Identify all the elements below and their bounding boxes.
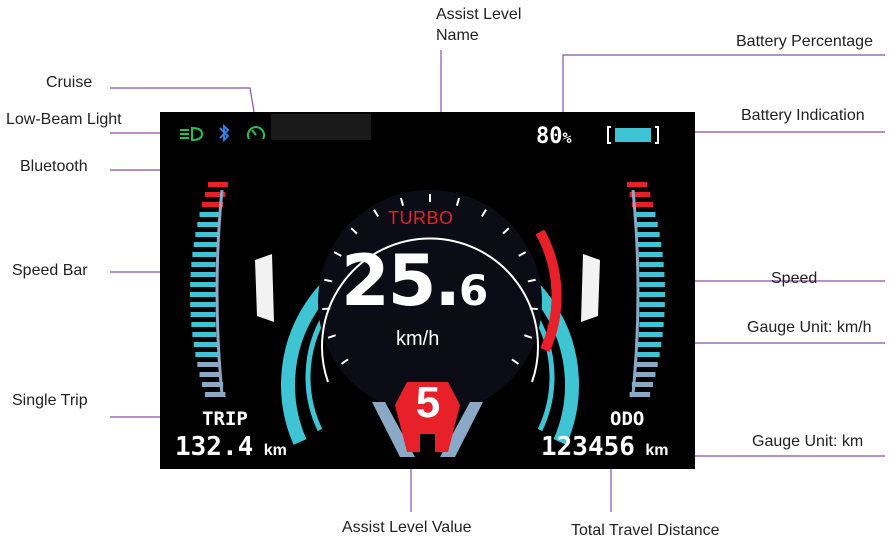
dial-tick xyxy=(529,307,538,311)
right-speed-bar-segment xyxy=(639,322,664,327)
left-speed-bar-segment xyxy=(191,322,216,327)
left-speed-bar-segment xyxy=(190,312,216,317)
speed-decimal: 6 xyxy=(459,266,489,315)
right-speed-bar-segment xyxy=(633,212,656,217)
right-speed-bar-segment xyxy=(638,242,662,247)
callout-battery-percentage: Battery Percentage xyxy=(736,33,873,50)
right-speed-bar-segment xyxy=(636,352,660,357)
right-side-tab xyxy=(581,254,600,322)
callout-single-trip: Single Trip xyxy=(12,392,88,409)
right-speed-bar-segment xyxy=(638,332,663,337)
left-speed-bar-segment xyxy=(197,222,220,227)
left-speed-bar-segment xyxy=(195,232,219,237)
right-speed-bar-segment xyxy=(639,272,665,277)
assist-level-value: 5 xyxy=(415,378,441,427)
left-speed-bar-segment xyxy=(190,282,216,287)
callout-bluetooth: Bluetooth xyxy=(20,158,88,175)
battery-bracket-right xyxy=(655,126,659,144)
left-speed-bar-segment xyxy=(208,182,228,187)
battery-percent-value: 80 xyxy=(536,124,563,149)
trip-label: TRIP xyxy=(202,408,248,430)
callout-battery-indication: Battery Indication xyxy=(741,107,865,124)
left-speed-bar-segment xyxy=(197,362,220,367)
trip-unit: km xyxy=(263,442,287,459)
lcd-display: 80% TURBO 25.6 km/h 5 TRIP 132.4 km ODO … xyxy=(160,112,695,469)
dial-tick xyxy=(322,307,331,311)
battery-percentage: 80% xyxy=(536,124,572,149)
right-speed-bar-segment xyxy=(638,252,663,257)
trip-readout: 132.4 km xyxy=(175,432,287,462)
odo-label: ODO xyxy=(610,408,645,430)
left-speed-bar-segment xyxy=(193,342,217,347)
left-speed-bar-segment xyxy=(199,212,222,217)
right-speed-bar-segment xyxy=(639,282,665,287)
right-speed-bar-segment xyxy=(639,312,665,317)
right-speed-bar-segment xyxy=(638,342,662,347)
left-speed-bar-segment xyxy=(190,292,216,297)
battery-bracket-left xyxy=(607,126,611,144)
callout-speed-bar: Speed Bar xyxy=(12,262,88,279)
speed-whole: 25. xyxy=(341,240,461,322)
assist-level-name: TURBO xyxy=(388,208,454,228)
right-speed-bar-segment xyxy=(633,372,656,377)
battery-indicator xyxy=(607,126,659,144)
left-speed-bar-segment xyxy=(195,352,219,357)
left-speed-bar-segment xyxy=(199,372,222,377)
left-speed-bar-segment xyxy=(190,302,216,307)
odo-readout: 123456 km xyxy=(541,432,669,462)
left-speed-bar-segment xyxy=(192,332,217,337)
left-speed-bar-segment xyxy=(191,262,216,267)
trip-value: 132.4 xyxy=(175,432,254,462)
callout-low-beam: Low-Beam Light xyxy=(6,111,122,128)
right-speed-bar-segment xyxy=(639,262,664,267)
left-speed-bar-segment xyxy=(190,272,216,277)
right-speed-bar-segment xyxy=(627,182,647,187)
callout-assist-level-name-line1: Assist Level xyxy=(436,6,522,23)
callout-gauge-unit-km: Gauge Unit: km xyxy=(752,433,864,450)
callout-speed: Speed xyxy=(771,270,818,287)
left-side-tab xyxy=(255,254,274,322)
right-speed-bar-segment xyxy=(636,232,660,237)
status-placeholder-block xyxy=(271,114,371,140)
odo-unit: km xyxy=(645,442,669,459)
callout-cruise: Cruise xyxy=(46,74,93,91)
right-speed-bar-segment xyxy=(635,222,658,227)
right-speed-bar-segment xyxy=(635,362,658,367)
callout-assist-level-value: Assist Level Value xyxy=(342,519,472,536)
callout-gauge-unit-kmh: Gauge Unit: km/h xyxy=(747,319,872,336)
callout-total-travel-distance: Total Travel Distance xyxy=(571,522,720,539)
callout-assist-level-name-line2: Name xyxy=(436,27,479,44)
right-speed-bar-segment xyxy=(639,292,665,297)
right-speed-bar-segment xyxy=(639,302,665,307)
odo-value: 123456 xyxy=(541,432,635,462)
speed-unit: km/h xyxy=(396,328,440,350)
left-speed-bar-segment xyxy=(193,242,217,247)
left-speed-bar-segment xyxy=(192,252,217,257)
battery-fill xyxy=(615,128,651,142)
speed-readout: 25.6 xyxy=(341,240,488,322)
battery-percent-sign: % xyxy=(562,129,572,147)
